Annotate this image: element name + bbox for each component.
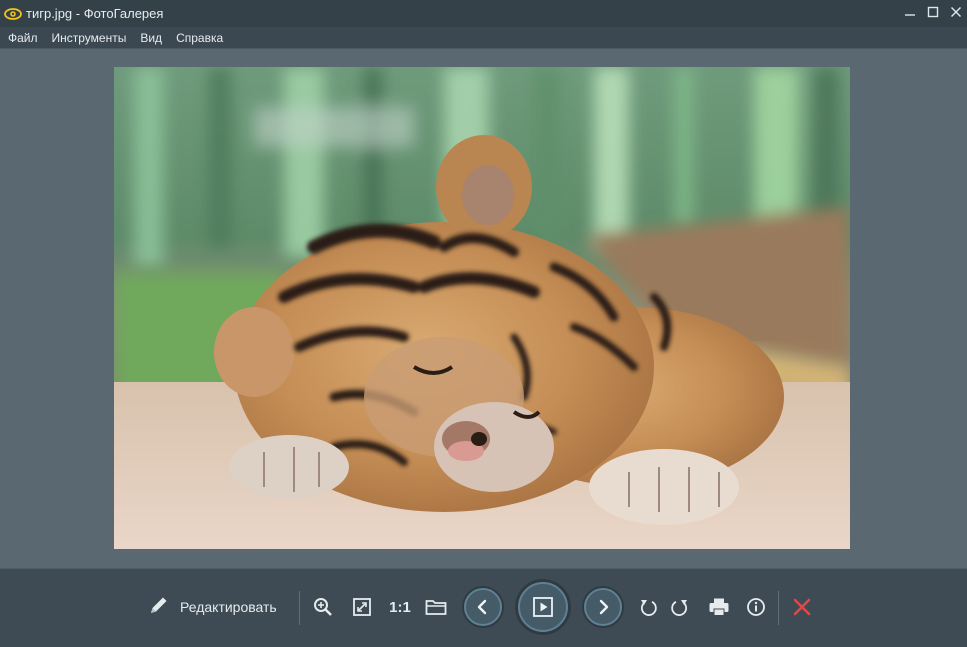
window-title: тигр.jpg - ФотоГалерея xyxy=(26,6,164,21)
play-icon[interactable] xyxy=(518,582,568,632)
zoom-in-icon[interactable] xyxy=(311,595,335,619)
toolbar-separator xyxy=(778,591,779,625)
bottom-toolbar: Редактировать 1:1 xyxy=(0,568,967,647)
folder-icon[interactable] xyxy=(423,595,449,619)
actual-size-label: 1:1 xyxy=(389,598,411,616)
pencil-icon xyxy=(148,594,170,621)
title-bar: тигр.jpg - ФотоГалерея xyxy=(0,0,967,27)
menu-tools[interactable]: Инструменты xyxy=(45,31,134,45)
edit-label: Редактировать xyxy=(180,599,277,615)
window-controls xyxy=(898,0,967,27)
delete-x-icon[interactable] xyxy=(790,595,814,619)
chevron-right-icon[interactable] xyxy=(584,588,622,626)
minimize-icon[interactable] xyxy=(898,0,921,23)
menu-file[interactable]: Файл xyxy=(0,31,45,45)
image-viewer xyxy=(0,49,967,568)
eye-icon xyxy=(2,0,24,27)
menu-help[interactable]: Справка xyxy=(169,31,230,45)
menu-view[interactable]: Вид xyxy=(133,31,169,45)
rotate-left-icon[interactable] xyxy=(637,596,659,618)
photo xyxy=(114,67,850,549)
info-icon[interactable] xyxy=(744,595,768,619)
toolbar-separator xyxy=(299,591,300,625)
close-icon[interactable] xyxy=(944,0,967,23)
edit-button[interactable]: Редактировать xyxy=(148,592,277,622)
printer-icon[interactable] xyxy=(706,595,732,619)
actual-size-button[interactable]: 1:1 xyxy=(385,595,415,619)
fit-screen-icon[interactable] xyxy=(350,595,374,619)
rotate-right-icon[interactable] xyxy=(669,596,691,618)
menu-bar: Файл Инструменты Вид Справка xyxy=(0,27,967,49)
chevron-left-icon[interactable] xyxy=(464,588,502,626)
maximize-icon[interactable] xyxy=(921,0,944,23)
